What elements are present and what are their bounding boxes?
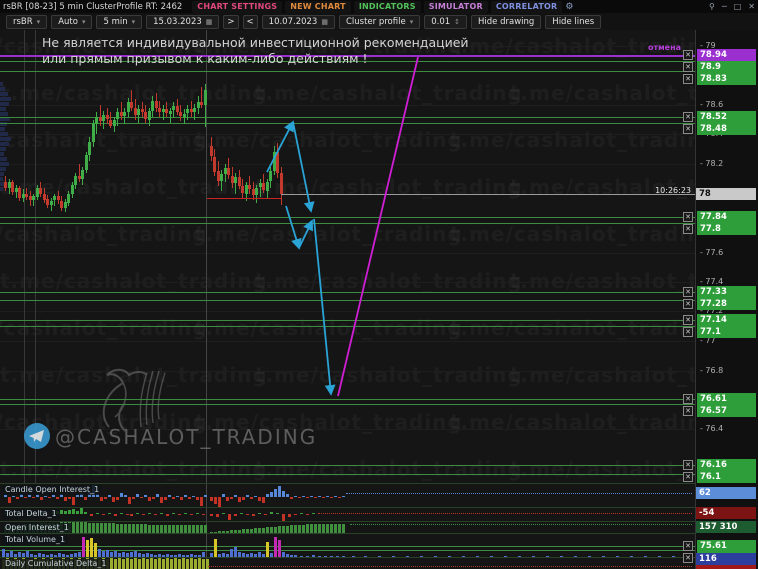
spinner-arrows-icon: ↕ xyxy=(454,17,461,26)
scale-mode-select[interactable]: Auto ▾ xyxy=(51,14,93,29)
price-tick: - 77.4 xyxy=(700,277,724,286)
settings-gear-icon[interactable]: ⚙ xyxy=(565,2,573,12)
main-menu: CHART SETTINGS NEW CHART INDICATORS SIMULAT… xyxy=(192,0,563,13)
remove-line-button[interactable]: ✕ xyxy=(683,460,693,470)
price-level-label: 77.14 xyxy=(697,314,756,326)
title-bar: rsBR [08-23] 5 min ClusterProfile RT: 24… xyxy=(0,0,758,13)
remove-line-button[interactable]: ✕ xyxy=(683,62,693,72)
menu-item-chart-settings[interactable]: CHART SETTINGS xyxy=(192,0,283,13)
remove-line-button[interactable]: ✕ xyxy=(683,124,693,134)
step-size-spinner[interactable]: 0.01 ↕ xyxy=(424,14,468,29)
remove-line-button[interactable]: ✕ xyxy=(683,299,693,309)
calendar-icon: ▦ xyxy=(205,17,213,26)
remove-line-button[interactable]: ✕ xyxy=(683,50,693,60)
minimize-icon[interactable]: ─ xyxy=(722,0,727,13)
symbol-select[interactable]: rsBR ▾ xyxy=(6,14,48,29)
panel-value-label: -54 xyxy=(696,507,756,519)
remove-line-button[interactable]: ✕ xyxy=(683,472,693,482)
remove-line-button[interactable]: ✕ xyxy=(683,553,693,563)
chevron-down-icon: ▾ xyxy=(36,17,41,26)
remove-line-button[interactable]: ✕ xyxy=(683,315,693,325)
price-tick: - 76.4 xyxy=(700,424,724,433)
price-level-label: 76.57 xyxy=(697,405,756,417)
price-level-label: 77.84 xyxy=(697,211,756,223)
price-level-label: 75.61 xyxy=(697,540,756,552)
chart-title: rsBR [08-23] 5 min ClusterProfile RT: 24… xyxy=(3,1,183,12)
price-tick: - 77.6 xyxy=(700,248,724,257)
trend-arrow[interactable] xyxy=(285,205,302,250)
remove-line-button[interactable]: ✕ xyxy=(683,112,693,122)
remove-line-button[interactable]: ✕ xyxy=(683,394,693,404)
remove-line-button[interactable]: ✕ xyxy=(683,541,693,551)
chevron-down-icon: ▾ xyxy=(131,17,136,26)
window-controls: ⚲ ─ □ ✕ xyxy=(709,0,755,13)
price-level-label: 77.1 xyxy=(697,326,756,338)
price-tick: - 76.8 xyxy=(700,366,724,375)
trend-arrow[interactable] xyxy=(266,120,294,173)
price-level-label: 78.52 xyxy=(697,111,756,123)
trend-arrow[interactable] xyxy=(313,218,336,396)
price-level-label: 78.83 xyxy=(697,73,756,85)
step-forward-button[interactable]: > xyxy=(223,14,239,29)
panel-value-label: 157 310 xyxy=(696,521,756,533)
menu-item-simulator[interactable]: SIMULATOR xyxy=(423,0,488,13)
current-price-label: 78 xyxy=(696,188,756,200)
chevron-down-icon: ▾ xyxy=(409,17,414,26)
chart-area[interactable]: t.me/cashalot_tradingt.me/cashalot_tradi… xyxy=(0,0,758,569)
pin-icon[interactable]: ⚲ xyxy=(709,0,715,13)
disclaimer-line-1: Не является индивидувальной инвестиционн… xyxy=(42,35,469,50)
timeframe-select[interactable]: 5 min ▾ xyxy=(96,14,143,29)
panel-value-label: 116 xyxy=(696,553,756,565)
hide-drawing-button[interactable]: Hide drawing xyxy=(471,14,542,29)
panel-value-label: 62 xyxy=(696,487,756,499)
price-tick: - 78.6 xyxy=(700,100,724,109)
panel-value-label xyxy=(696,565,756,569)
date-from-field[interactable]: 15.03.2023 ▦ xyxy=(146,14,220,29)
trend-arrow[interactable] xyxy=(298,219,313,249)
step-back-button[interactable]: < xyxy=(242,14,258,29)
price-level-label: 78.94 xyxy=(697,49,756,61)
disclaimer-text: Не является индивидувальной инвестиционн… xyxy=(42,35,469,67)
projection-line[interactable] xyxy=(337,56,419,397)
remove-line-button[interactable]: ✕ xyxy=(683,287,693,297)
close-icon[interactable]: ✕ xyxy=(748,0,755,13)
hide-lines-button[interactable]: Hide lines xyxy=(545,14,602,29)
remove-line-button[interactable]: ✕ xyxy=(683,74,693,84)
menu-item-new-chart[interactable]: NEW CHART xyxy=(285,0,351,13)
chart-toolbar: rsBR ▾ Auto ▾ 5 min ▾ 15.03.2023 ▦ > < 10.07… xyxy=(0,13,758,30)
trading-terminal-window: rsBR [08-23] 5 min ClusterProfile RT: 24… xyxy=(0,0,758,569)
date-to-field[interactable]: 10.07.2023 ▦ xyxy=(261,14,335,29)
remove-line-button[interactable]: ✕ xyxy=(683,406,693,416)
maximize-icon[interactable]: □ xyxy=(734,0,742,13)
price-level-label: 76.16 xyxy=(697,459,756,471)
profile-mode-select[interactable]: Cluster profile ▾ xyxy=(338,14,421,29)
calendar-icon: ▦ xyxy=(321,17,328,26)
drawing-overlay xyxy=(266,56,419,397)
menu-item-indicators[interactable]: INDICATORS xyxy=(353,0,421,13)
price-level-label: 78.48 xyxy=(697,123,756,135)
remove-line-button[interactable]: ✕ xyxy=(683,224,693,234)
trend-arrow[interactable] xyxy=(292,121,315,213)
price-level-label: 77.8 xyxy=(697,223,756,235)
disclaimer-line-2: или прямым призывом к каким-либо действи… xyxy=(42,51,368,66)
price-level-label: 78.9 xyxy=(697,61,756,73)
cancel-order-label[interactable]: отмена xyxy=(648,43,681,52)
current-time-label: 10:26:23 xyxy=(655,186,691,195)
remove-line-button[interactable]: ✕ xyxy=(683,327,693,337)
menu-item-correlator[interactable]: CORRELATOR xyxy=(490,0,563,13)
price-level-label: 76.61 xyxy=(697,393,756,405)
chevron-down-icon: ▾ xyxy=(81,17,86,26)
price-level-label: 76.1 xyxy=(697,471,756,483)
price-level-label: 77.28 xyxy=(697,298,756,310)
price-level-label: 77.33 xyxy=(697,286,756,298)
price-tick: - 78.2 xyxy=(700,159,724,168)
remove-line-button[interactable]: ✕ xyxy=(683,212,693,222)
